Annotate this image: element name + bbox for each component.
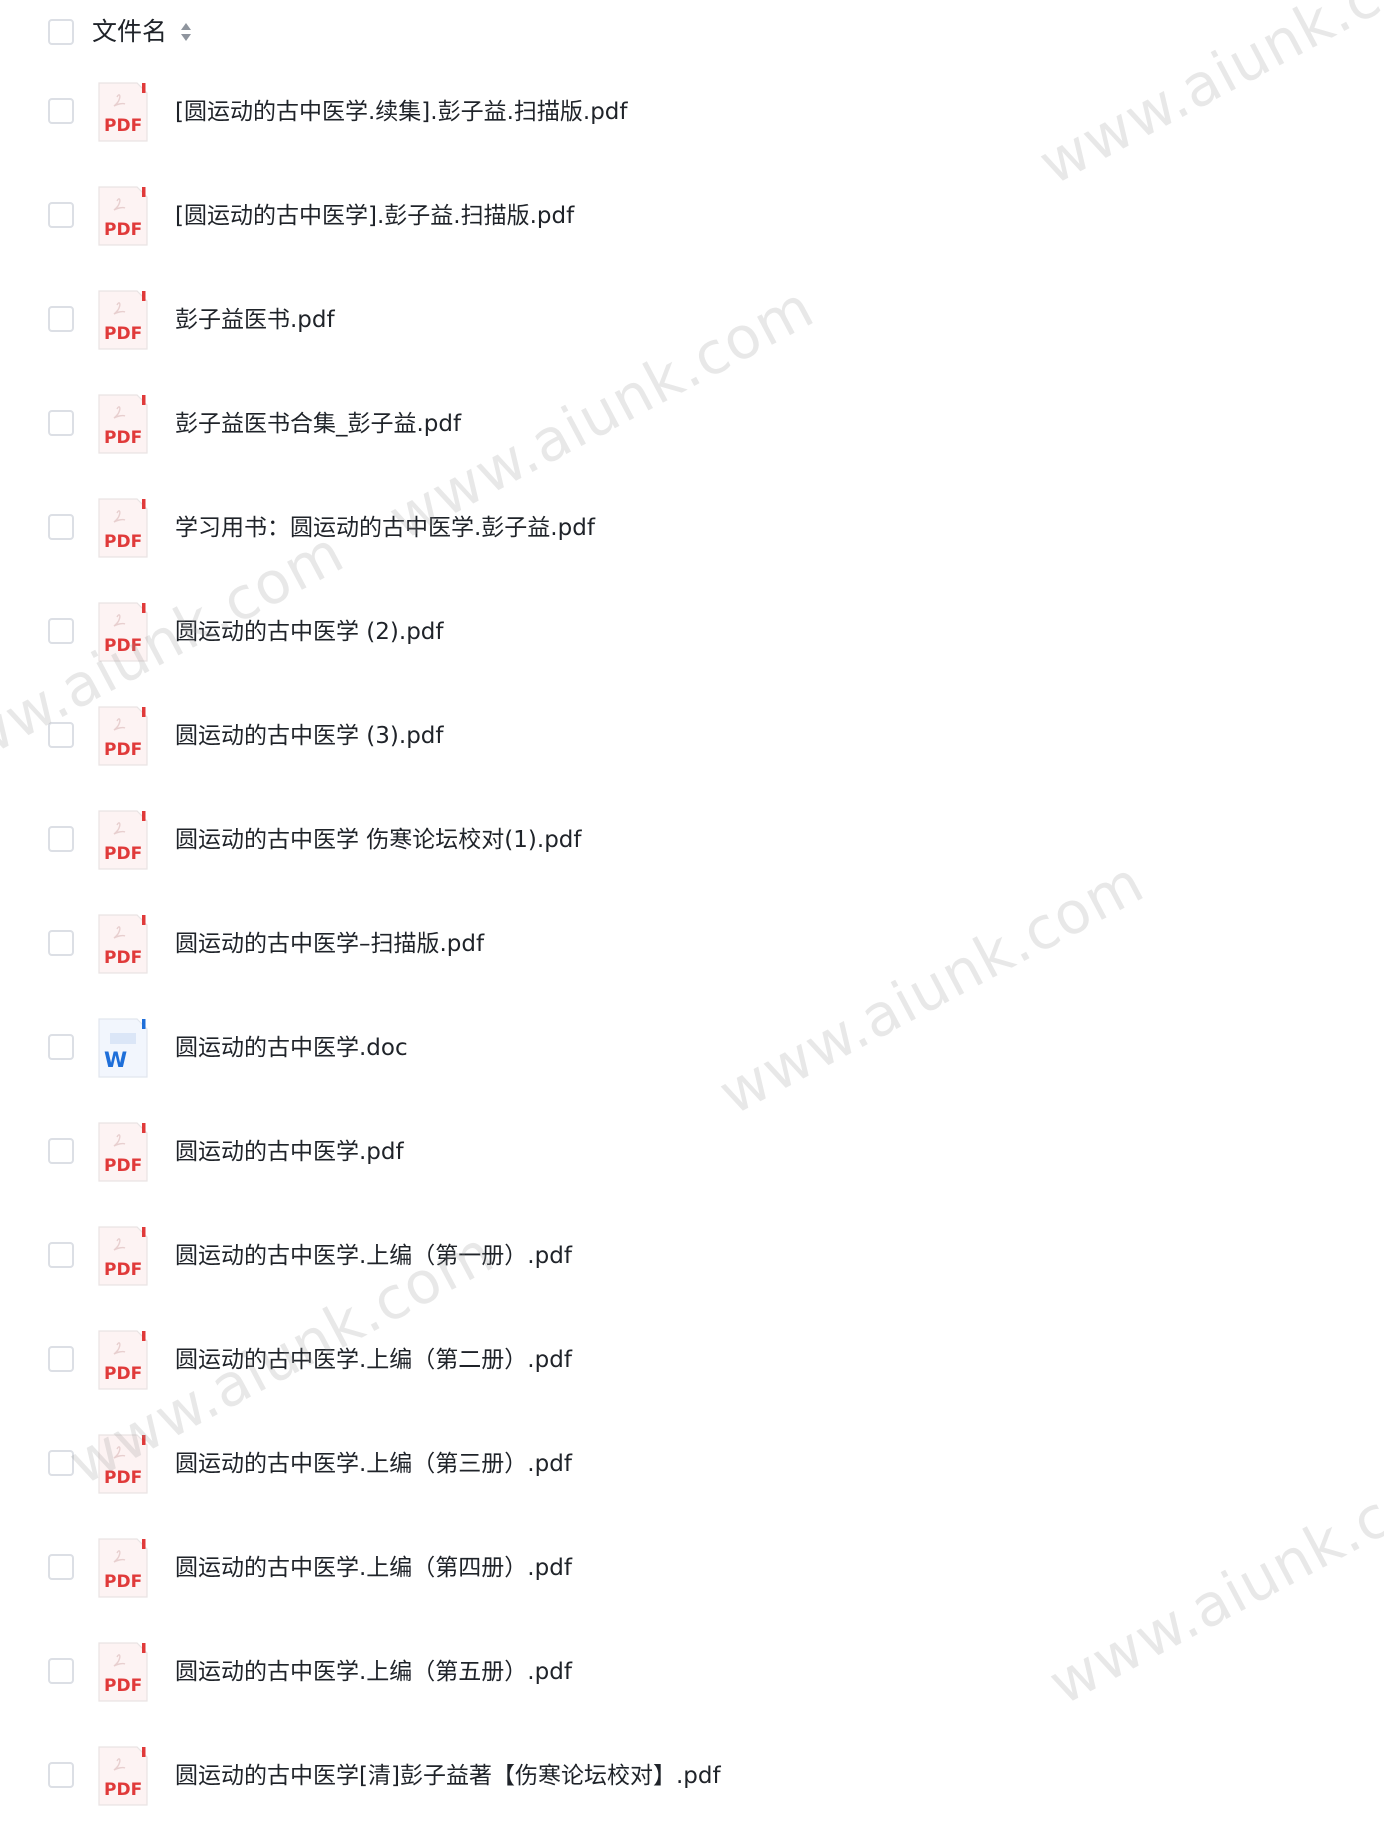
pdf-label: PDF <box>104 1364 142 1384</box>
file-select-checkbox[interactable] <box>48 826 74 852</box>
file-row[interactable]: PDF 圆运动的古中医学[清]彭子益著【伤寒论坛校对】.pdf <box>0 1724 1384 1828</box>
svg-text:W: W <box>104 1048 127 1072</box>
file-select-checkbox[interactable] <box>48 1346 74 1372</box>
pdf-label: PDF <box>104 220 142 240</box>
file-name-link[interactable]: [圆运动的古中医学.续集].彭子益.扫描版.pdf <box>175 94 628 130</box>
file-row[interactable]: PDF 圆运动的古中医学 伤寒论坛校对(1).pdf <box>0 788 1384 892</box>
pdf-file-icon: PDF <box>97 81 149 143</box>
pdf-file-icon: PDF <box>97 705 149 767</box>
filename-column-header[interactable]: 文件名 <box>92 14 167 50</box>
file-select-checkbox[interactable] <box>48 930 74 956</box>
sort-icon[interactable] <box>179 20 193 44</box>
file-name-link[interactable]: [圆运动的古中医学].彭子益.扫描版.pdf <box>175 198 574 234</box>
file-name-link[interactable]: 圆运动的古中医学 伤寒论坛校对(1).pdf <box>175 822 582 858</box>
file-name-link[interactable]: 圆运动的古中医学.上编（第四册）.pdf <box>175 1550 572 1586</box>
file-name-link[interactable]: 圆运动的古中医学.上编（第二册）.pdf <box>175 1342 572 1378</box>
file-row[interactable]: PDF 彭子益医书.pdf <box>0 268 1384 372</box>
select-all-checkbox[interactable] <box>48 19 74 45</box>
file-row[interactable]: PDF 彭子益医书合集_彭子益.pdf <box>0 372 1384 476</box>
pdf-file-icon: PDF <box>97 1121 149 1183</box>
pdf-file-icon: PDF <box>97 497 149 559</box>
file-row[interactable]: PDF 圆运动的古中医学.上编（第三册）.pdf <box>0 1412 1384 1516</box>
file-select-checkbox[interactable] <box>48 1762 74 1788</box>
pdf-file-icon: PDF <box>97 185 149 247</box>
pdf-label: PDF <box>104 1572 142 1592</box>
pdf-label: PDF <box>104 844 142 864</box>
file-select-checkbox[interactable] <box>48 1450 74 1476</box>
file-name-link[interactable]: 圆运动的古中医学.pdf <box>175 1134 404 1170</box>
file-select-checkbox[interactable] <box>48 1034 74 1060</box>
pdf-file-icon: PDF <box>97 1745 149 1807</box>
pdf-label: PDF <box>104 740 142 760</box>
file-name-link[interactable]: 彭子益医书.pdf <box>175 302 335 338</box>
file-name-link[interactable]: 圆运动的古中医学.上编（第一册）.pdf <box>175 1238 572 1274</box>
file-select-checkbox[interactable] <box>48 410 74 436</box>
file-row[interactable]: PDF 圆运动的古中医学–扫描版.pdf <box>0 892 1384 996</box>
pdf-file-icon: PDF <box>97 601 149 663</box>
file-select-checkbox[interactable] <box>48 1138 74 1164</box>
pdf-file-icon: PDF <box>97 809 149 871</box>
file-select-checkbox[interactable] <box>48 98 74 124</box>
file-select-checkbox[interactable] <box>48 1554 74 1580</box>
file-name-link[interactable]: 圆运动的古中医学 (3).pdf <box>175 718 444 754</box>
pdf-label: PDF <box>104 1780 142 1800</box>
file-name-link[interactable]: 圆运动的古中医学–扫描版.pdf <box>175 926 484 962</box>
file-name-link[interactable]: 彭子益医书合集_彭子益.pdf <box>175 406 461 442</box>
pdf-label: PDF <box>104 428 142 448</box>
pdf-label: PDF <box>104 532 142 552</box>
file-row[interactable]: PDF 学习用书：圆运动的古中医学.彭子益.pdf <box>0 476 1384 580</box>
pdf-file-icon: PDF <box>97 913 149 975</box>
pdf-label: PDF <box>104 1468 142 1488</box>
file-row[interactable]: PDF 圆运动的古中医学.上编（第二册）.pdf <box>0 1308 1384 1412</box>
word-file-icon: W <box>97 1017 149 1079</box>
pdf-label: PDF <box>104 324 142 344</box>
list-header: 文件名 <box>0 0 1384 64</box>
file-select-checkbox[interactable] <box>48 202 74 228</box>
file-select-checkbox[interactable] <box>48 1658 74 1684</box>
pdf-file-icon: PDF <box>97 289 149 351</box>
file-row[interactable]: PDF 圆运动的古中医学.上编（第一册）.pdf <box>0 1204 1384 1308</box>
file-name-link[interactable]: 圆运动的古中医学[清]彭子益著【伤寒论坛校对】.pdf <box>175 1758 721 1794</box>
file-row[interactable]: PDF 圆运动的古中医学.pdf <box>0 1100 1384 1204</box>
pdf-label: PDF <box>104 948 142 968</box>
file-select-checkbox[interactable] <box>48 1242 74 1268</box>
file-row[interactable]: W 圆运动的古中医学.doc <box>0 996 1384 1100</box>
file-row[interactable]: PDF 圆运动的古中医学 (3).pdf <box>0 684 1384 788</box>
file-select-checkbox[interactable] <box>48 306 74 332</box>
pdf-file-icon: PDF <box>97 1225 149 1287</box>
file-select-checkbox[interactable] <box>48 618 74 644</box>
file-name-link[interactable]: 圆运动的古中医学.上编（第五册）.pdf <box>175 1654 572 1690</box>
file-row[interactable]: PDF 圆运动的古中医学.上编（第四册）.pdf <box>0 1516 1384 1620</box>
file-name-link[interactable]: 圆运动的古中医学 (2).pdf <box>175 614 444 650</box>
file-name-link[interactable]: 圆运动的古中医学.上编（第三册）.pdf <box>175 1446 572 1482</box>
pdf-file-icon: PDF <box>97 1433 149 1495</box>
pdf-file-icon: PDF <box>97 1641 149 1703</box>
file-row[interactable]: PDF 圆运动的古中医学 (2).pdf <box>0 580 1384 684</box>
file-name-link[interactable]: 圆运动的古中医学.doc <box>175 1030 408 1066</box>
pdf-file-icon: PDF <box>97 393 149 455</box>
file-row[interactable]: PDF [圆运动的古中医学].彭子益.扫描版.pdf <box>0 164 1384 268</box>
file-row[interactable]: PDF [圆运动的古中医学.续集].彭子益.扫描版.pdf <box>0 60 1384 164</box>
file-name-link[interactable]: 学习用书：圆运动的古中医学.彭子益.pdf <box>175 510 595 546</box>
pdf-label: PDF <box>104 1676 142 1696</box>
file-select-checkbox[interactable] <box>48 514 74 540</box>
file-select-checkbox[interactable] <box>48 722 74 748</box>
pdf-label: PDF <box>104 636 142 656</box>
pdf-label: PDF <box>104 116 142 136</box>
file-row[interactable]: PDF 圆运动的古中医学.上编（第五册）.pdf <box>0 1620 1384 1724</box>
pdf-label: PDF <box>104 1260 142 1280</box>
pdf-file-icon: PDF <box>97 1537 149 1599</box>
pdf-file-icon: PDF <box>97 1329 149 1391</box>
pdf-label: PDF <box>104 1156 142 1176</box>
